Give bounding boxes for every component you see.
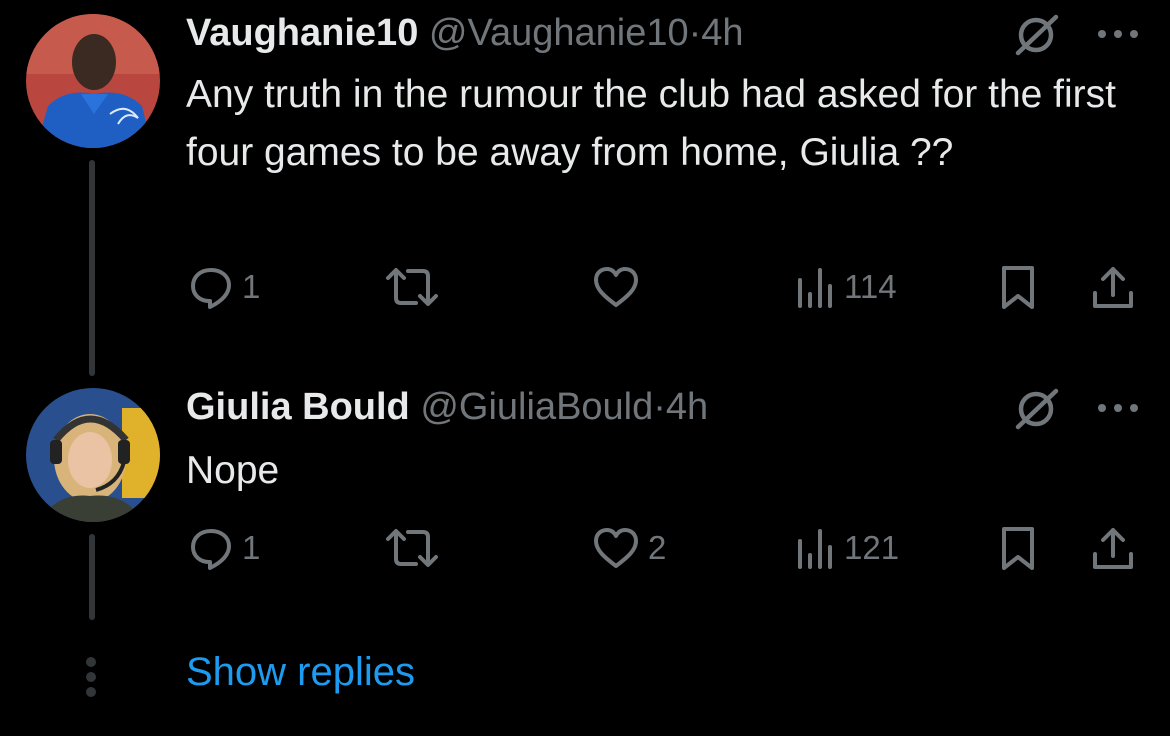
bookmark-icon — [998, 524, 1038, 572]
reply-count: 1 — [242, 268, 261, 305]
avatar-giuliabould[interactable] — [26, 388, 160, 522]
reply-icon — [188, 264, 234, 310]
retweet-icon — [384, 264, 440, 310]
show-replies-link[interactable]: Show replies — [186, 650, 415, 695]
share-button[interactable] — [1090, 523, 1136, 573]
views-button[interactable]: 121 — [794, 523, 899, 573]
tweet-text: Nope — [186, 449, 280, 492]
more-icon[interactable] — [1096, 401, 1140, 419]
tweet-1[interactable]: Vaughanie10 @Vaughanie10·4h Any truth in… — [0, 0, 1170, 380]
thread-line — [89, 160, 95, 376]
like-button[interactable]: 2 — [592, 523, 666, 573]
avatar-vaughanie10[interactable] — [26, 14, 160, 148]
timestamp[interactable]: 4h — [701, 12, 743, 54]
views-button[interactable]: 114 — [794, 262, 897, 312]
tweet-2[interactable]: Giulia Bould @GiuliaBould·4h Nope 1 2 12… — [0, 380, 1170, 630]
reply-count: 1 — [242, 529, 261, 566]
tweet-text: Any truth in the rumour the club had ask… — [186, 73, 1116, 174]
like-count: 2 — [648, 529, 667, 566]
views-icon — [794, 264, 836, 310]
display-name[interactable]: Giulia Bould — [186, 386, 410, 428]
separator-dot: · — [688, 12, 702, 54]
tweet-actions: 1 114 — [186, 262, 1141, 312]
bookmark-button[interactable] — [998, 523, 1038, 573]
thread-continuation-dots — [86, 657, 98, 702]
reply-button[interactable]: 1 — [188, 262, 260, 312]
grok-icon[interactable] — [1014, 385, 1060, 436]
retweet-icon — [384, 525, 440, 571]
like-icon — [592, 525, 640, 571]
grok-icon[interactable] — [1014, 11, 1060, 62]
tweet-corner-actions — [1014, 12, 1140, 60]
views-count: 121 — [844, 529, 900, 566]
like-button[interactable] — [592, 262, 648, 312]
share-icon — [1090, 263, 1136, 311]
tweet-header: Giulia Bould @GiuliaBould·4h — [186, 386, 708, 434]
share-icon — [1090, 524, 1136, 572]
tweet-actions: 1 2 121 — [186, 523, 1141, 573]
user-handle[interactable]: @GiuliaBould — [420, 386, 653, 428]
bookmark-button[interactable] — [998, 262, 1038, 312]
tweet-corner-actions — [1014, 386, 1140, 434]
share-button[interactable] — [1090, 262, 1136, 312]
more-icon[interactable] — [1096, 27, 1140, 45]
bookmark-icon — [998, 263, 1038, 311]
thread-line — [89, 534, 95, 620]
timestamp[interactable]: 4h — [666, 386, 708, 428]
user-handle[interactable]: @Vaughanie10 — [429, 12, 689, 54]
like-icon — [592, 264, 640, 310]
reply-button[interactable]: 1 — [188, 523, 260, 573]
tweet-header: Vaughanie10 @Vaughanie10·4h — [186, 12, 744, 60]
views-count: 114 — [844, 268, 897, 305]
separator-dot: · — [653, 386, 666, 428]
retweet-button[interactable] — [384, 262, 448, 312]
views-icon — [794, 525, 836, 571]
reply-icon — [188, 525, 234, 571]
display-name[interactable]: Vaughanie10 — [186, 12, 418, 54]
retweet-button[interactable] — [384, 523, 448, 573]
